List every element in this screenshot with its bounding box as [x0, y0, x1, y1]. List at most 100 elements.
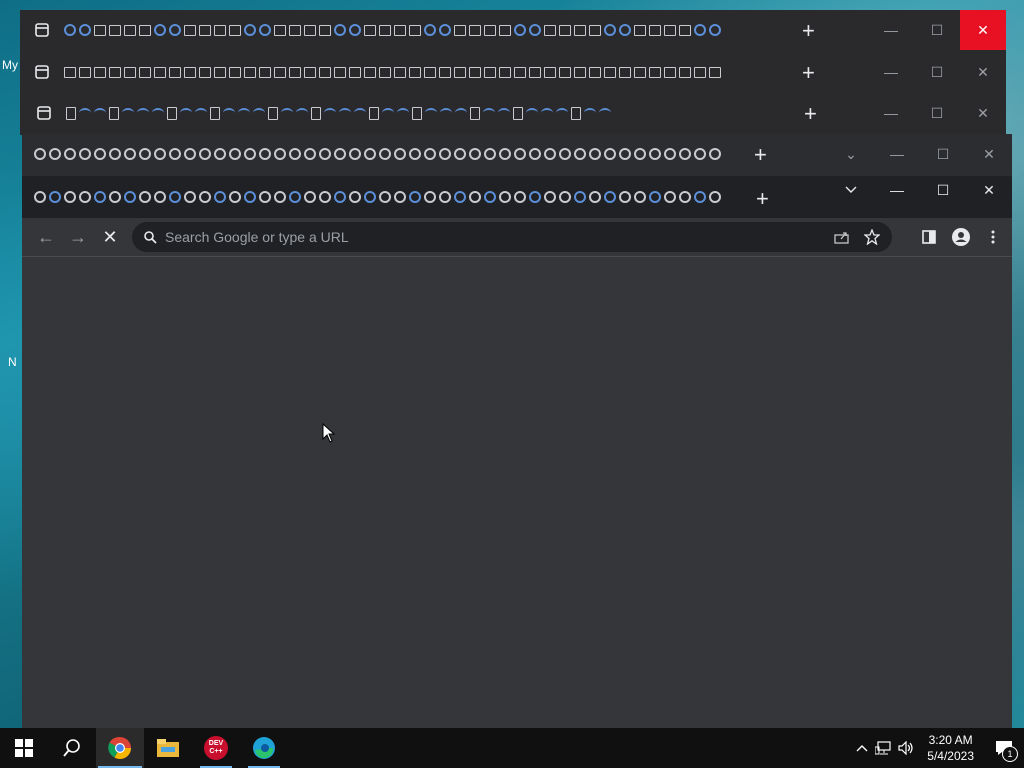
tab-favicon-icon[interactable]	[259, 148, 271, 160]
tab-favicon-icon[interactable]	[319, 66, 331, 78]
tab-favicon-icon[interactable]	[469, 66, 481, 78]
tab-favicon-icon[interactable]	[571, 106, 581, 120]
tab-favicon-icon[interactable]	[529, 148, 541, 160]
tab-favicon-icon[interactable]	[324, 108, 336, 118]
tab-favicon-icon[interactable]	[541, 108, 553, 118]
tab-favicon-icon[interactable]	[679, 24, 691, 36]
tab-favicon-icon[interactable]	[238, 108, 250, 118]
tab-favicon-icon[interactable]	[139, 66, 151, 78]
tab-favicon-icon[interactable]	[483, 108, 495, 118]
tab-favicon-icon[interactable]	[513, 106, 523, 120]
tab-favicon-icon[interactable]	[214, 66, 226, 78]
tab-favicon-icon[interactable]	[334, 24, 346, 36]
browser-window[interactable]: + ⌄ — ☐ ✕	[22, 134, 1012, 176]
tab-favicon-icon[interactable]	[349, 24, 361, 36]
bookmark-star-icon[interactable]	[864, 229, 880, 245]
maximize-button[interactable]: ☐	[920, 134, 966, 174]
tab-favicon-icon[interactable]	[154, 24, 166, 36]
tab-favicon-icon[interactable]	[223, 108, 235, 118]
tab-favicon-icon[interactable]	[304, 24, 316, 36]
tab-favicon-icon[interactable]	[154, 66, 166, 78]
tab-favicon-icon[interactable]	[334, 66, 346, 78]
minimize-button[interactable]: —	[874, 134, 920, 174]
new-tab-button[interactable]: +	[756, 186, 769, 212]
profile-avatar-icon[interactable]	[948, 224, 974, 250]
tab-search-button[interactable]: ⌄	[828, 134, 874, 174]
tab-favicon-icon[interactable]	[334, 191, 346, 203]
tab-favicon-icon[interactable]	[619, 148, 631, 160]
tab-favicon-icon[interactable]	[319, 191, 331, 203]
maximize-button[interactable]: ☐	[920, 176, 966, 204]
tab-favicon-icon[interactable]	[79, 108, 91, 118]
tab-favicon-icon[interactable]	[214, 191, 226, 203]
tab-favicon-icon[interactable]	[679, 191, 691, 203]
tab-favicon-icon[interactable]	[544, 24, 556, 36]
tab-favicon-icon[interactable]	[379, 148, 391, 160]
tab-favicon-icon[interactable]	[394, 191, 406, 203]
tab-favicon-icon[interactable]	[424, 191, 436, 203]
tab-list-icon[interactable]	[36, 105, 52, 121]
tab-favicon-icon[interactable]	[379, 66, 391, 78]
close-button[interactable]: ✕	[960, 93, 1006, 133]
tab-favicon-icon[interactable]	[349, 191, 361, 203]
tab-favicon-icon[interactable]	[64, 148, 76, 160]
new-tab-button[interactable]: +	[802, 60, 815, 86]
tab-favicon-icon[interactable]	[169, 66, 181, 78]
tab-favicon-icon[interactable]	[634, 66, 646, 78]
tab-favicon-icon[interactable]	[124, 24, 136, 36]
tab-favicon-icon[interactable]	[94, 66, 106, 78]
maximize-button[interactable]: ☐	[914, 10, 960, 50]
tab-favicon-icon[interactable]	[397, 108, 409, 118]
tab-favicon-icon[interactable]	[394, 66, 406, 78]
tab-favicon-icon[interactable]	[499, 148, 511, 160]
tab-favicon-icon[interactable]	[122, 108, 134, 118]
tab-favicon-icon[interactable]	[152, 108, 164, 118]
tab-favicon-icon[interactable]	[604, 24, 616, 36]
minimize-button[interactable]: —	[874, 176, 920, 204]
tab-favicon-icon[interactable]	[109, 24, 121, 36]
tab-favicon-icon[interactable]	[364, 66, 376, 78]
tab-favicon-icon[interactable]	[664, 24, 676, 36]
tab-favicon-icon[interactable]	[34, 148, 46, 160]
tab-favicon-icon[interactable]	[354, 108, 366, 118]
tab-favicon-icon[interactable]	[311, 106, 321, 120]
tab-favicon-icon[interactable]	[229, 148, 241, 160]
tab-favicon-icon[interactable]	[259, 191, 271, 203]
tab-favicon-icon[interactable]	[167, 106, 177, 120]
tab-favicon-icon[interactable]	[139, 191, 151, 203]
tab-favicon-icon[interactable]	[604, 191, 616, 203]
tab-favicon-icon[interactable]	[425, 108, 437, 118]
tab-favicon-icon[interactable]	[79, 66, 91, 78]
tab-favicon-icon[interactable]	[709, 148, 721, 160]
tab-favicon-icon[interactable]	[619, 191, 631, 203]
tab-favicon-icon[interactable]	[244, 66, 256, 78]
tab-favicon-icon[interactable]	[184, 24, 196, 36]
tab-favicon-icon[interactable]	[109, 148, 121, 160]
tab-favicon-icon[interactable]	[604, 148, 616, 160]
new-tab-button[interactable]: +	[754, 142, 767, 168]
tab-favicon-icon[interactable]	[439, 24, 451, 36]
tab-favicons[interactable]	[64, 24, 770, 36]
tab-favicon-icon[interactable]	[369, 106, 379, 120]
tab-favicon-icon[interactable]	[199, 148, 211, 160]
tab-favicon-icon[interactable]	[454, 148, 466, 160]
tab-favicon-icon[interactable]	[619, 66, 631, 78]
tab-favicon-icon[interactable]	[124, 148, 136, 160]
tab-favicon-icon[interactable]	[244, 191, 256, 203]
tab-favicon-icon[interactable]	[694, 66, 706, 78]
tab-favicon-icon[interactable]	[559, 24, 571, 36]
tab-favicon-icon[interactable]	[664, 148, 676, 160]
tab-favicon-icon[interactable]	[229, 191, 241, 203]
minimize-button[interactable]: —	[868, 93, 914, 133]
stop-loading-button[interactable]: ✕	[94, 221, 126, 253]
close-button[interactable]: ✕	[966, 134, 1012, 174]
chrome-taskbar-button[interactable]	[96, 728, 144, 768]
volume-icon[interactable]	[895, 741, 917, 755]
tab-favicon-icon[interactable]	[454, 24, 466, 36]
tab-favicon-icon[interactable]	[304, 191, 316, 203]
tab-favicon-icon[interactable]	[440, 108, 452, 118]
tab-favicon-icon[interactable]	[529, 66, 541, 78]
tab-favicon-icon[interactable]	[574, 66, 586, 78]
tab-favicon-icon[interactable]	[364, 24, 376, 36]
tab-favicon-icon[interactable]	[679, 148, 691, 160]
